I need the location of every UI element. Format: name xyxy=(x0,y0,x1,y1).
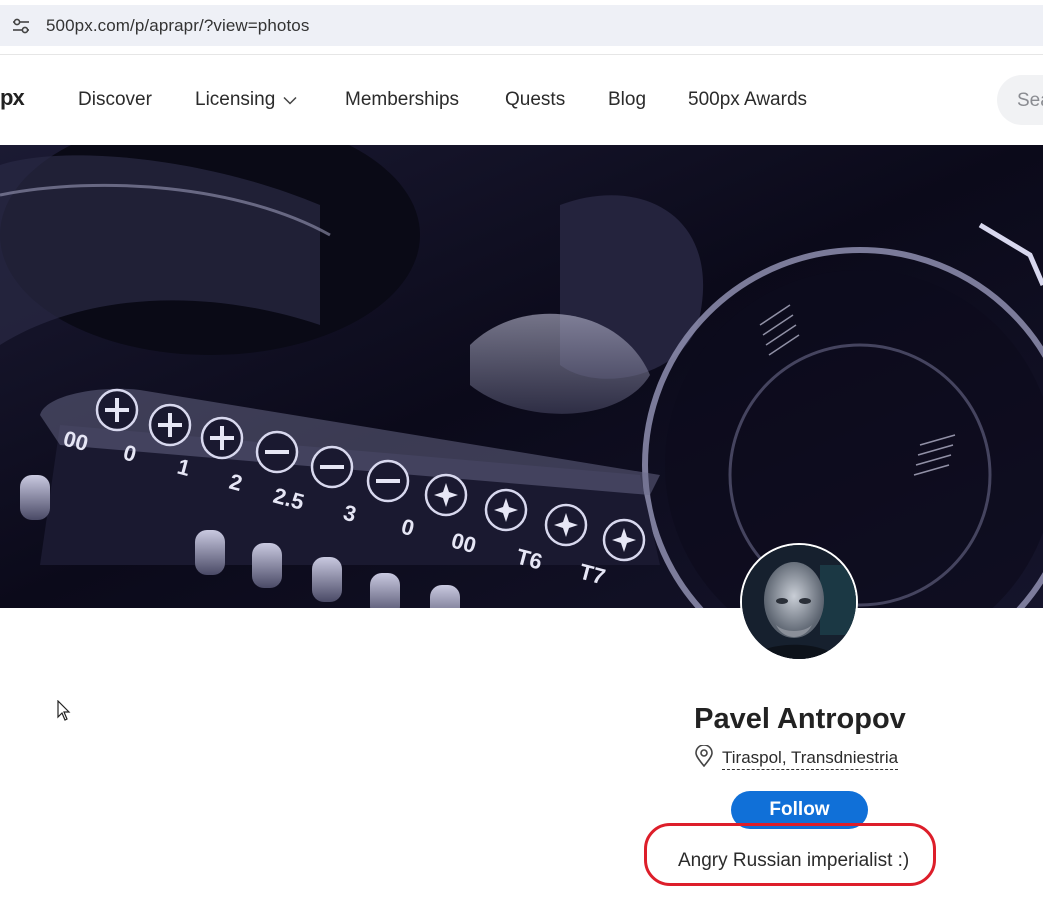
cover-photo: 00 0 1 2 2.5 3 0 00 T6 T7 xyxy=(0,145,1043,608)
nav-memberships[interactable]: Memberships xyxy=(345,89,459,111)
avatar[interactable] xyxy=(740,543,858,661)
nav-500px-awards[interactable]: 500px Awards xyxy=(688,89,807,111)
profile-location[interactable]: Tiraspol, Transdniestria xyxy=(694,744,899,772)
url-text[interactable]: 500px.com/p/aprapr/?view=photos xyxy=(46,16,309,36)
address-bar[interactable]: 500px.com/p/aprapr/?view=photos xyxy=(0,5,1043,46)
tune-icon[interactable] xyxy=(8,13,34,39)
browser-toolbar: 500px.com/p/aprapr/?view=photos xyxy=(0,0,1043,55)
site-logo[interactable]: px xyxy=(0,85,25,111)
map-pin-icon xyxy=(694,744,714,772)
nav-quests[interactable]: Quests xyxy=(505,89,565,111)
highlight-annotation xyxy=(644,823,936,886)
location-text[interactable]: Tiraspol, Transdniestria xyxy=(722,748,899,770)
nav-licensing-label: Licensing xyxy=(195,89,276,111)
nav-blog[interactable]: Blog xyxy=(608,89,646,111)
profile-name: Pavel Antropov xyxy=(694,703,906,735)
nav-licensing[interactable]: Licensing xyxy=(195,89,297,111)
site-nav: px Discover Licensing Memberships Quests… xyxy=(0,55,1043,145)
search-input[interactable]: Sea xyxy=(997,75,1043,125)
search-placeholder: Sea xyxy=(1017,90,1043,111)
chevron-down-icon xyxy=(283,89,297,111)
mouse-cursor-icon xyxy=(57,699,71,727)
nav-discover[interactable]: Discover xyxy=(78,89,152,111)
